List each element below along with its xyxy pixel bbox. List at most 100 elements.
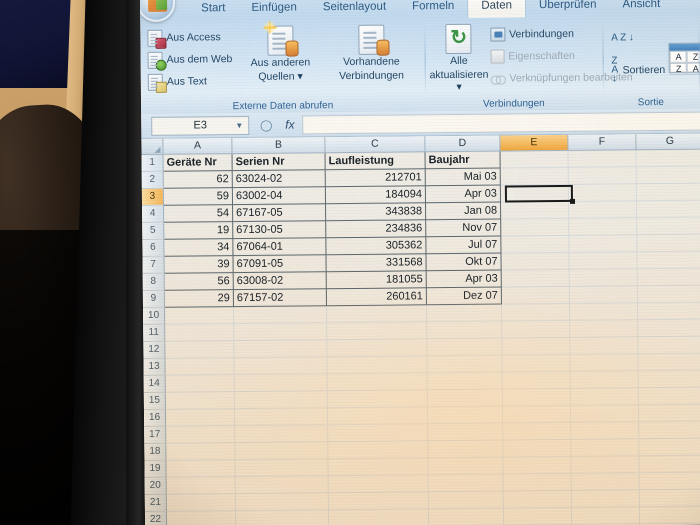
cell-e8[interactable] (501, 269, 570, 288)
cell-b3[interactable]: 63002-04 (232, 187, 327, 206)
button-aus-text[interactable]: Aus Text (146, 70, 238, 93)
cell-c15[interactable] (327, 390, 428, 409)
cell-c2[interactable]: 212701 (325, 169, 426, 188)
cell-d2[interactable]: Mai 03 (425, 168, 501, 187)
cell-f22[interactable] (571, 507, 641, 525)
cell-d17[interactable] (428, 423, 504, 442)
column-header-f[interactable]: F (568, 134, 637, 151)
row-header-4[interactable]: 4 (142, 205, 165, 223)
row-header-7[interactable]: 7 (142, 256, 165, 274)
cell-g21[interactable] (639, 489, 700, 508)
tab-einfuegen[interactable]: Einfügen (238, 0, 310, 20)
button-sortieren-dialog[interactable]: A Z Z A (668, 39, 700, 75)
cell-e3[interactable] (500, 184, 569, 203)
cell-g18[interactable] (639, 438, 700, 457)
cell-e10[interactable] (501, 303, 571, 322)
button-aus-access[interactable]: Aus Access (145, 26, 237, 49)
cell-f3[interactable] (568, 184, 637, 202)
cell-d14[interactable] (427, 372, 503, 391)
cell-f12[interactable] (570, 337, 639, 355)
cell-b4[interactable]: 67167-05 (233, 204, 327, 223)
cell-c8[interactable]: 181055 (326, 271, 427, 290)
cell-g13[interactable] (638, 353, 700, 372)
button-aus-dem-web[interactable]: Aus dem Web (146, 48, 238, 71)
row-header-14[interactable]: 14 (143, 375, 166, 393)
cell-a6[interactable]: 34 (164, 239, 234, 257)
cell-e20[interactable] (503, 473, 572, 492)
cell-a17[interactable] (166, 426, 236, 444)
cell-c1[interactable]: Laufleistung (325, 152, 426, 171)
cell-d21[interactable] (428, 491, 504, 510)
cell-a21[interactable] (166, 494, 236, 512)
row-header-12[interactable]: 12 (143, 341, 166, 359)
formula-input[interactable] (302, 111, 700, 134)
cell-g4[interactable] (636, 200, 700, 219)
cell-e11[interactable] (502, 320, 571, 339)
cell-b15[interactable] (234, 391, 328, 410)
cell-d3[interactable]: Apr 03 (425, 185, 501, 204)
cell-g11[interactable] (638, 319, 700, 338)
cell-c14[interactable] (327, 373, 428, 392)
cell-g20[interactable] (639, 472, 700, 491)
select-all-corner[interactable] (141, 138, 164, 155)
cell-g9[interactable] (637, 285, 700, 304)
cell-a15[interactable] (165, 392, 235, 410)
column-header-c[interactable]: C (325, 136, 426, 154)
cell-a12[interactable] (165, 341, 235, 359)
cell-c22[interactable] (328, 509, 430, 525)
cell-a20[interactable] (166, 477, 236, 495)
cell-b21[interactable] (235, 493, 329, 512)
cell-g14[interactable] (638, 370, 700, 389)
cell-f19[interactable] (571, 456, 640, 474)
cell-g1[interactable] (636, 149, 700, 168)
row-header-20[interactable]: 20 (144, 477, 167, 495)
cell-d4[interactable]: Jan 08 (426, 202, 502, 221)
row-header-17[interactable]: 17 (144, 426, 167, 444)
cell-b7[interactable]: 67091-05 (233, 255, 327, 274)
cell-a5[interactable]: 19 (164, 222, 234, 240)
cell-d5[interactable]: Nov 07 (426, 219, 502, 238)
cell-a4[interactable]: 54 (164, 205, 234, 223)
row-header-16[interactable]: 16 (143, 409, 167, 427)
cell-e19[interactable] (503, 456, 572, 475)
cell-a19[interactable] (166, 460, 236, 478)
row-header-2[interactable]: 2 (141, 171, 164, 189)
cell-e14[interactable] (502, 371, 571, 390)
cell-f11[interactable] (570, 320, 639, 338)
cell-g16[interactable] (638, 404, 700, 423)
column-header-a[interactable]: A (163, 138, 233, 155)
cell-d16[interactable] (427, 406, 504, 425)
cell-f8[interactable] (569, 269, 638, 287)
cell-a7[interactable]: 39 (164, 256, 234, 274)
cell-b11[interactable] (234, 323, 328, 342)
cell-c20[interactable] (328, 475, 429, 494)
cell-g15[interactable] (638, 387, 700, 406)
column-header-d[interactable]: D (425, 135, 501, 153)
cell-c6[interactable]: 305362 (326, 237, 427, 256)
cell-e12[interactable] (502, 337, 571, 356)
cell-g12[interactable] (638, 336, 700, 355)
cell-a3[interactable]: 59 (163, 188, 234, 206)
cell-f14[interactable] (570, 371, 639, 389)
cell-f1[interactable] (568, 150, 637, 168)
cell-c18[interactable] (328, 441, 429, 460)
tab-ansicht[interactable]: Ansicht (609, 0, 673, 16)
cell-c17[interactable] (328, 424, 429, 443)
cell-e17[interactable] (503, 422, 572, 441)
cell-f20[interactable] (571, 473, 640, 491)
cell-e13[interactable] (502, 354, 571, 373)
cell-g19[interactable] (639, 455, 700, 474)
row-header-11[interactable]: 11 (143, 324, 166, 342)
cell-c5[interactable]: 234836 (326, 220, 427, 239)
cell-e2[interactable] (500, 167, 569, 186)
cell-b13[interactable] (234, 357, 328, 376)
button-aus-anderen-quellen[interactable]: Aus anderen Quellen ▾ (237, 20, 324, 83)
cell-b1[interactable]: Serien Nr (232, 153, 326, 172)
cell-e5[interactable] (501, 218, 570, 237)
cell-a14[interactable] (165, 375, 235, 393)
cell-d19[interactable] (428, 457, 504, 476)
cell-c13[interactable] (327, 356, 428, 375)
cell-f10[interactable] (569, 303, 639, 321)
cell-e15[interactable] (502, 388, 571, 407)
cell-g3[interactable] (636, 183, 700, 202)
